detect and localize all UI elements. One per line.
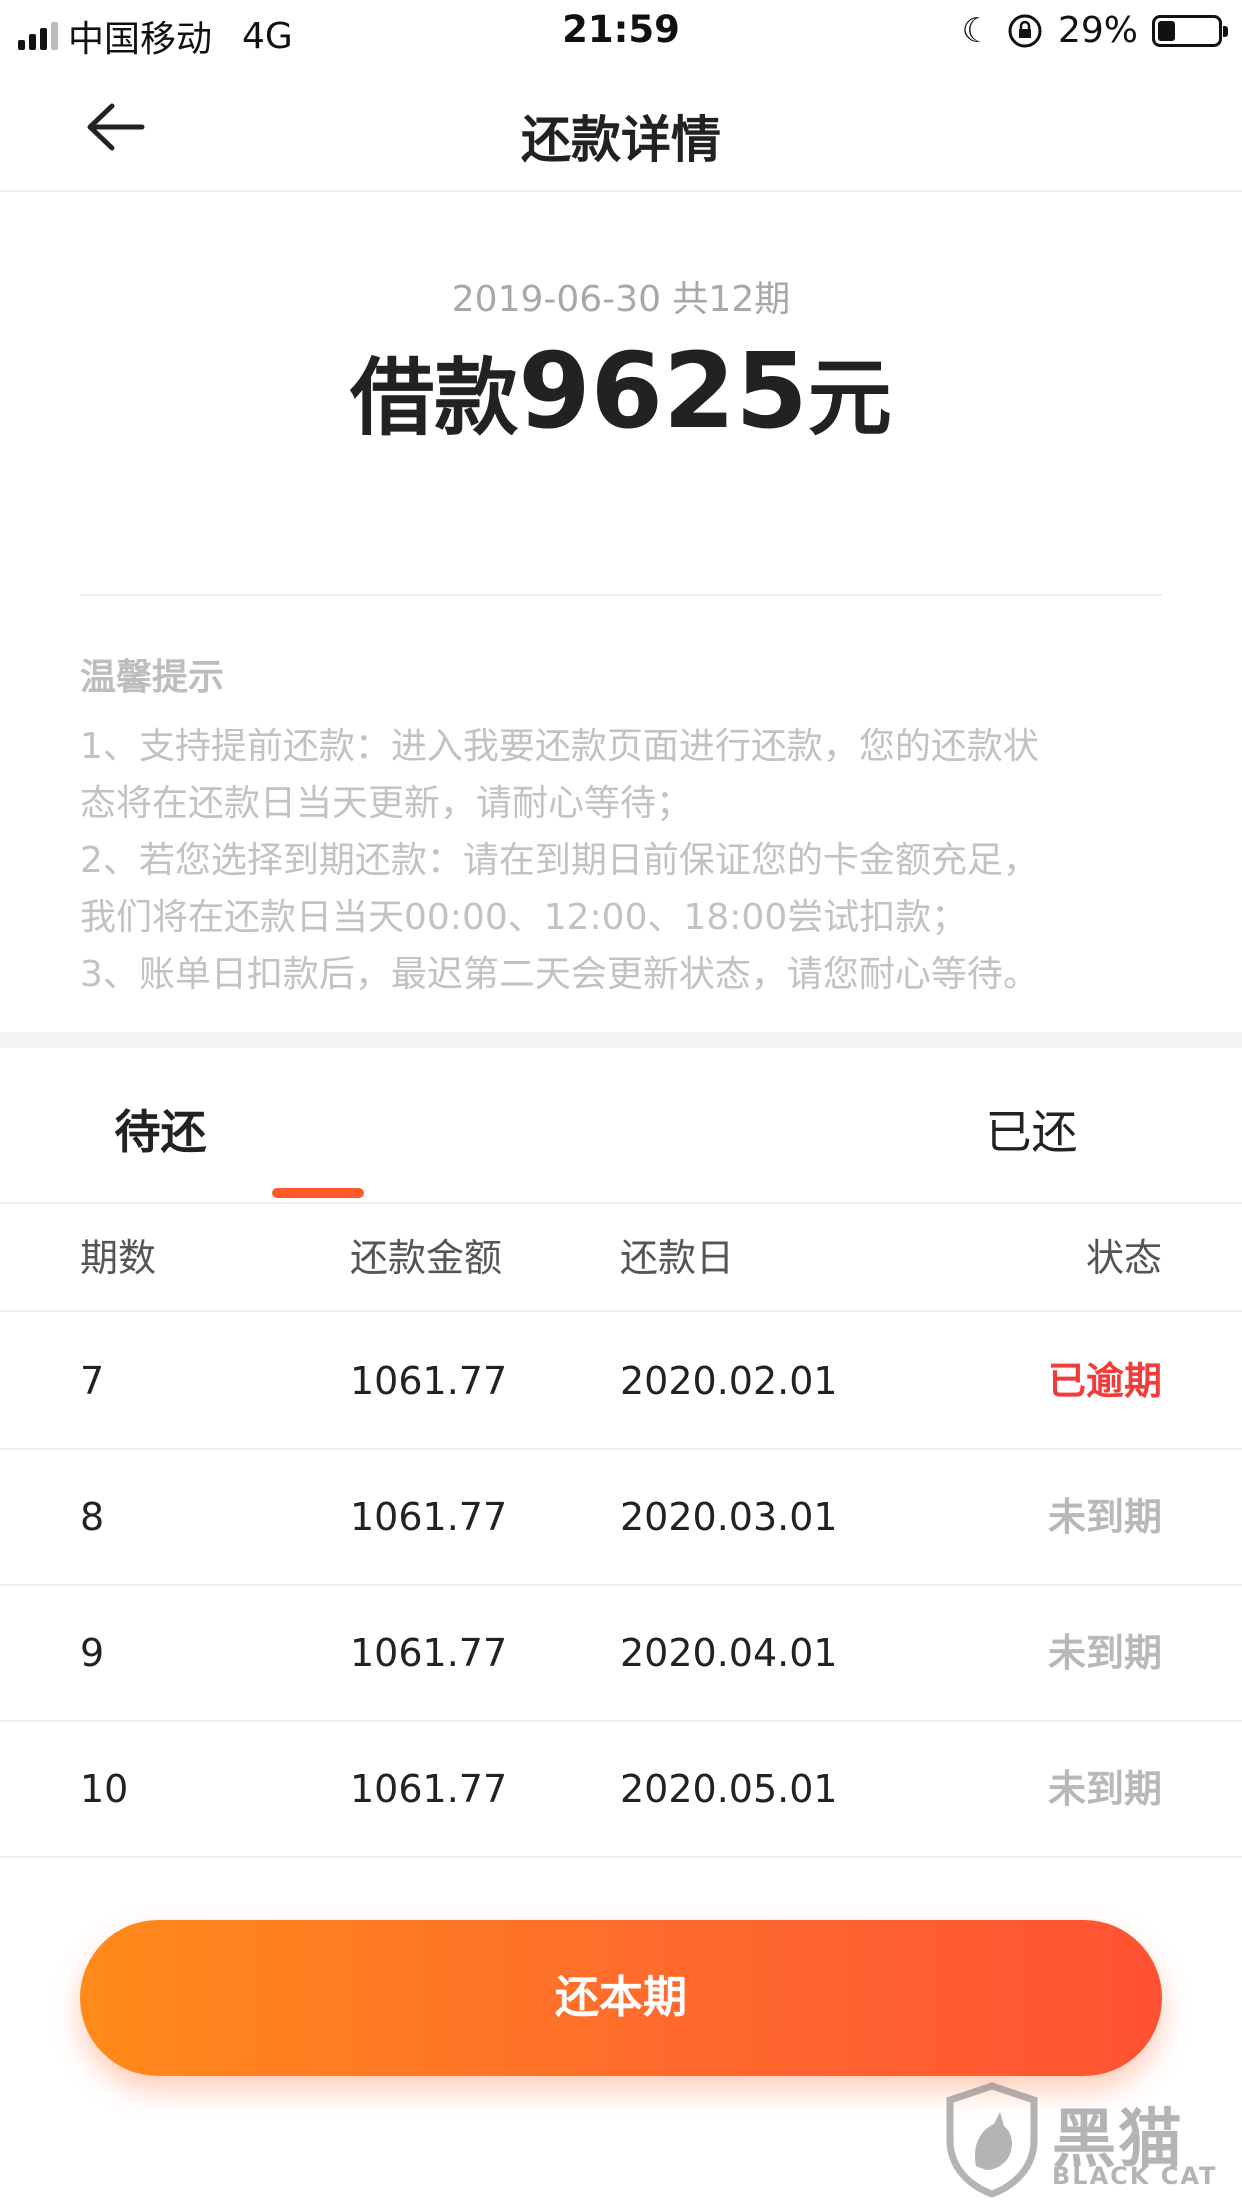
row-date: 2020.04.01 xyxy=(620,1631,838,1675)
tips-title: 温馨提示 xyxy=(80,657,225,698)
row-period: 8 xyxy=(80,1495,105,1539)
row-period: 9 xyxy=(80,1631,105,1675)
row-period: 7 xyxy=(80,1359,105,1403)
network-type: 4G xyxy=(242,15,293,57)
row-amount: 1061.77 xyxy=(350,1359,508,1403)
tab-paid[interactable]: 已还 xyxy=(621,1048,1242,1202)
signal-icon xyxy=(18,22,58,50)
battery-level xyxy=(1158,20,1175,41)
table-header: 期数 还款金额 还款日 状态 xyxy=(0,1206,1242,1312)
table-row[interactable]: 7 1061.77 2020.02.01 已逾期 xyxy=(0,1314,1242,1450)
tab-pending[interactable]: 待还 xyxy=(0,1048,621,1202)
status-badge: 已逾期 xyxy=(1047,1359,1162,1403)
row-amount: 1061.77 xyxy=(350,1495,508,1539)
tip-line: 3、账单日扣款后，最迟第二天会更新状态，请您耐心等待。 xyxy=(80,954,1039,995)
header-amount: 还款金额 xyxy=(350,1236,503,1280)
watermark-text-en: BLACK CAT xyxy=(1052,2162,1218,2190)
row-amount: 1061.77 xyxy=(350,1631,508,1675)
row-date: 2020.05.01 xyxy=(620,1767,838,1811)
header-date: 还款日 xyxy=(620,1236,735,1280)
loan-amount-value: 9625 xyxy=(518,330,808,452)
rotation-lock-icon xyxy=(1008,14,1042,47)
header-status: 状态 xyxy=(1085,1236,1162,1280)
active-tab-indicator xyxy=(272,1188,364,1198)
status-bar: 中国移动 4G 21:59 ☾ 29% xyxy=(0,0,1242,62)
divider xyxy=(80,594,1162,596)
status-bar-right: ☾ 29% xyxy=(961,10,1228,51)
status-badge: 未到期 xyxy=(1047,1767,1162,1811)
tip-line: 我们将在还款日当天00:00、12:00、18:00尝试扣款； xyxy=(80,897,968,938)
pay-current-period-button[interactable]: 还本期 xyxy=(80,1920,1162,2076)
tip-line: 态将在还款日当天更新，请耐心等待； xyxy=(80,783,693,824)
row-date: 2020.03.01 xyxy=(620,1495,838,1539)
row-period: 10 xyxy=(80,1767,129,1811)
tips-section: 温馨提示 1、支持提前还款：进入我要还款页面进行还款，您的还款状 态将在还款日当… xyxy=(80,648,1170,1003)
tab-paid-label: 已还 xyxy=(985,1105,1078,1159)
battery-icon xyxy=(1152,14,1228,47)
moon-icon: ☾ xyxy=(961,10,992,51)
table-row[interactable]: 9 1061.77 2020.04.01 未到期 xyxy=(0,1586,1242,1722)
loan-subtitle: 2019-06-30 共12期 xyxy=(451,279,791,320)
header-period: 期数 xyxy=(80,1236,157,1280)
row-amount: 1061.77 xyxy=(350,1767,508,1811)
table-row[interactable]: 10 1061.77 2020.05.01 未到期 xyxy=(0,1722,1242,1858)
tip-line: 2、若您选择到期还款：请在到期日前保证您的卡金额充足， xyxy=(80,840,1039,881)
loan-amount: 借款9625元 xyxy=(0,330,1242,452)
tab-pending-label: 待还 xyxy=(114,1105,207,1159)
loan-amount-suffix: 元 xyxy=(807,349,892,447)
table-row[interactable]: 8 1061.77 2020.03.01 未到期 xyxy=(0,1450,1242,1586)
battery-percent: 29% xyxy=(1057,10,1138,51)
tip-line: 1、支持提前还款：进入我要还款页面进行还款，您的还款状 xyxy=(80,726,1039,767)
tab-bar: 待还 已还 xyxy=(0,1048,1242,1204)
row-date: 2020.02.01 xyxy=(620,1359,838,1403)
status-badge: 未到期 xyxy=(1047,1495,1162,1539)
status-badge: 未到期 xyxy=(1047,1631,1162,1675)
navigation-bar: 还款详情 xyxy=(0,62,1242,192)
page-title: 还款详情 xyxy=(521,111,721,169)
section-separator xyxy=(0,1032,1242,1048)
loan-amount-prefix: 借款 xyxy=(350,349,519,447)
status-bar-left: 中国移动 4G xyxy=(18,10,293,62)
carrier-name: 中国移动 xyxy=(68,19,213,60)
black-cat-watermark: 黑猫 BLACK CAT xyxy=(942,2080,1232,2200)
cat-shield-icon xyxy=(946,2082,1038,2198)
